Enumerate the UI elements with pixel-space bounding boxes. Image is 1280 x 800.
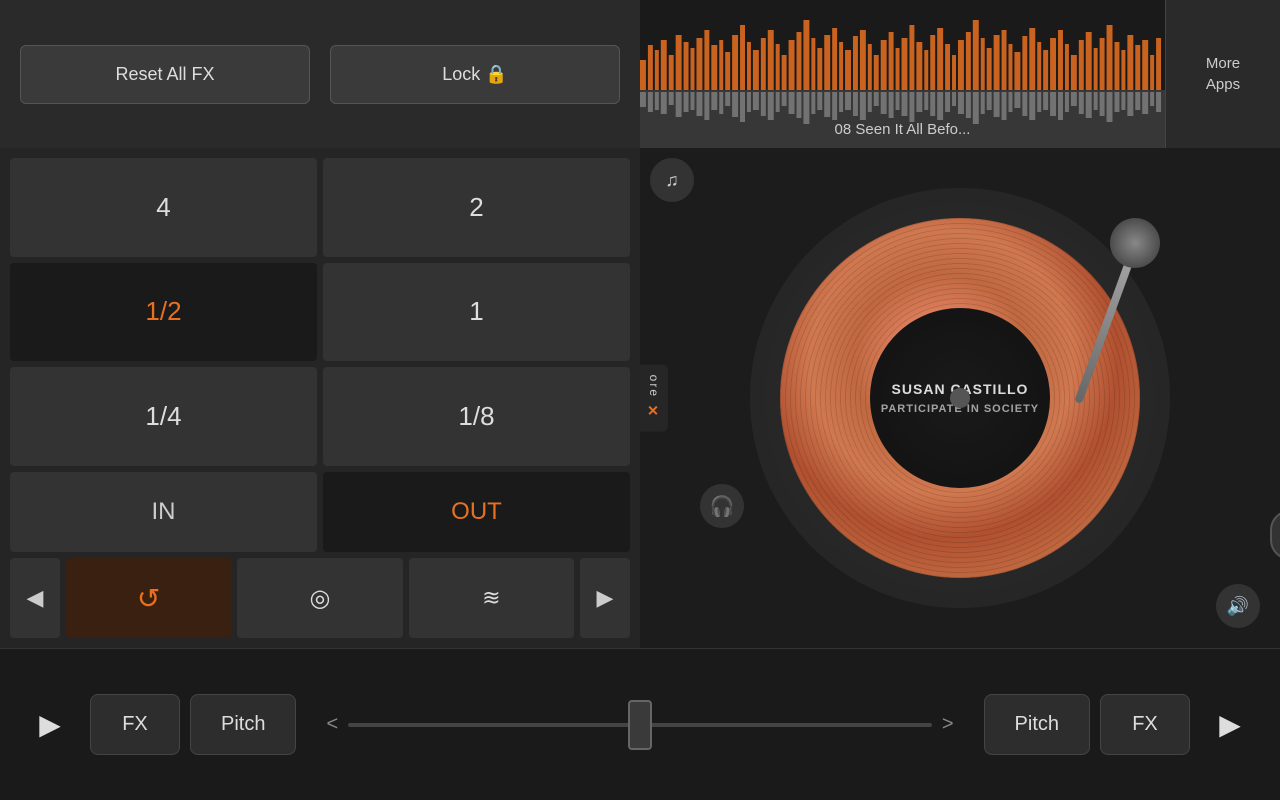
bottom-bar: ▶ FX Pitch < > Pitch FX ▶ [0,648,1280,800]
fx-loop-btn[interactable]: ↺ [66,558,231,638]
wave-icon: ≋ [482,585,500,611]
waveform-area: 08 Seen It All Befo... [640,0,1165,148]
record-spindle [950,388,970,408]
top-left-controls: Reset All FX Lock 🔒 [0,0,640,148]
speaker-button[interactable]: 🔊 [1216,584,1260,628]
reset-fx-button[interactable]: Reset All FX [20,45,310,104]
tonearm-base [1110,218,1160,268]
left-panel: 4 2 1/2 1 1/4 1/8 IN OUT ◀ ↺ ◎ ≋ ▶ [0,148,640,648]
play-right-button[interactable]: ▶ [1200,695,1260,755]
out-button[interactable]: OUT [323,472,630,552]
fx-row: ◀ ↺ ◎ ≋ ▶ [10,558,630,638]
fx-wave-btn[interactable]: ≋ [409,558,574,638]
loop-btn-quarter[interactable]: 1/4 [10,367,317,466]
vinyl-icon: ◎ [310,584,331,613]
lock-button[interactable]: Lock 🔒 [330,45,620,104]
loop-icon: ↺ [137,582,160,615]
fx-right-button[interactable]: FX [1100,694,1190,755]
pitch-right-button[interactable]: Pitch [984,694,1090,755]
pitch-left-button[interactable]: Pitch [190,694,296,755]
music-note-button[interactable]: ♫ [650,158,694,202]
crossfader-track[interactable] [348,723,932,727]
more-fx-overlay[interactable]: ore ✕ [640,365,668,432]
crossfader-handle[interactable] [628,700,652,750]
fx-left-button[interactable]: FX [90,694,180,755]
crossfader-arrow-left[interactable]: < [326,713,338,736]
turntable: SUSAN CASTILLO PARTICIPATE IN SOCIETY [750,188,1170,608]
fx-arrow-right[interactable]: ▶ [580,558,630,638]
center-controls: -SYNC- RECORD [1270,510,1280,598]
tonearm [1050,218,1170,418]
loop-btn-eighth[interactable]: 1/8 [323,367,630,466]
more-apps-button[interactable]: More Apps [1165,0,1280,148]
headphone-icon: 🎧 [710,494,735,519]
fx-vinyl-btn[interactable]: ◎ [237,558,402,638]
music-note-icon: ♫ [665,170,679,191]
crossfader-area: < > [306,713,973,736]
track-name: 08 Seen It All Befo... [835,121,971,138]
play-left-button[interactable]: ▶ [20,695,80,755]
sync-button[interactable]: -SYNC- [1270,510,1280,560]
in-button[interactable]: IN [10,472,317,552]
loop-btn-half[interactable]: 1/2 [10,263,317,362]
right-panel: ore ✕ 🎧 ♫ SUSAN CASTILLO PARTICIPATE IN … [640,148,1280,648]
crossfader-arrow-right[interactable]: > [942,713,954,736]
right-sidebar: ♫ [650,158,694,202]
loop-grid: 4 2 1/2 1 1/4 1/8 [10,158,630,466]
loop-btn-4[interactable]: 4 [10,158,317,257]
loop-btn-2[interactable]: 2 [323,158,630,257]
record-label: SUSAN CASTILLO PARTICIPATE IN SOCIETY [870,308,1050,488]
speaker-icon: 🔊 [1227,596,1249,617]
inout-row: IN OUT [10,472,630,552]
fx-arrow-left[interactable]: ◀ [10,558,60,638]
headphone-button[interactable]: 🎧 [700,484,744,528]
loop-btn-1[interactable]: 1 [323,263,630,362]
